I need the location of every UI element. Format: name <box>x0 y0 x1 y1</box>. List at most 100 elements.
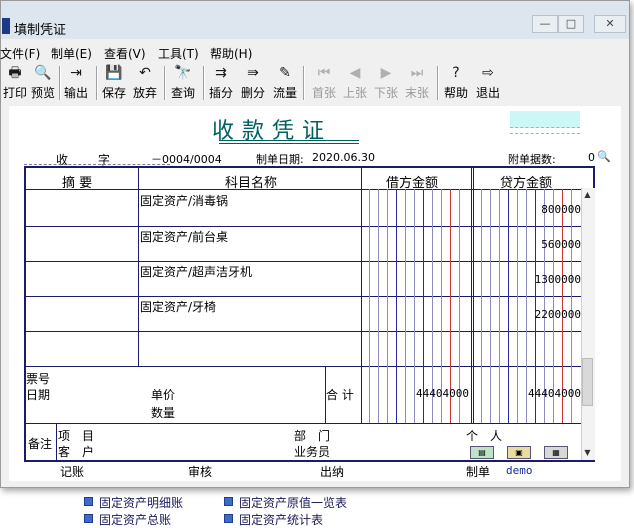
toolbar-button-0[interactable]: 🖶 打印 <box>1 63 29 103</box>
toolbar-button-3[interactable]: 💾 保存 <box>100 63 128 103</box>
menu-file[interactable]: 文件(F) <box>0 45 40 62</box>
grid-line <box>369 189 370 423</box>
toolbar-button-2[interactable]: ⇥ 输出 <box>62 63 90 103</box>
note-label: 备注 <box>28 437 53 451</box>
column-credit: 贷方金额 <box>500 176 553 191</box>
date2-label: 日期 <box>26 388 51 402</box>
account-cell[interactable]: 固定资产/消毒锅 <box>140 192 228 209</box>
grid-line <box>396 189 397 423</box>
toolbar-button-9[interactable]: ⏮ 首张 <box>310 63 338 103</box>
toolbar-label: 打印 <box>2 86 27 100</box>
voucher-date[interactable]: 2020.06.30 <box>312 151 375 164</box>
title-underline <box>219 143 359 144</box>
total-label: 合 计 <box>326 388 354 402</box>
attach-count[interactable]: 0 <box>588 151 595 164</box>
flow-icon: ✎ <box>279 65 291 81</box>
column-account: 科目名称 <box>225 176 278 191</box>
toolbar-label: 末张 <box>404 86 429 100</box>
toolbar-separator <box>437 66 439 100</box>
background-link-detail[interactable]: 固定资产明细账 <box>84 494 183 511</box>
next-record-icon: ▶ <box>380 65 392 81</box>
voucher-flag-field[interactable] <box>510 111 580 128</box>
toolbar-label: 预览 <box>30 86 55 100</box>
maker-name: demo <box>506 464 533 477</box>
vertical-scrollbar[interactable] <box>581 188 595 460</box>
last-record-icon: ⏭ <box>410 65 424 81</box>
report-icon <box>224 497 233 506</box>
scrollbar-thumb[interactable] <box>582 358 593 406</box>
toolbar-label: 上张 <box>342 86 367 100</box>
toolbar-button-6[interactable]: ⇉ 插分 <box>207 63 235 103</box>
toolbar-button-14[interactable]: ⇨ 退出 <box>474 63 502 103</box>
attachment-search-icon[interactable]: 🔍 <box>597 150 611 163</box>
toolbar-button-13[interactable]: ? 帮助 <box>442 63 470 103</box>
column-summary: 摘 要 <box>62 176 93 191</box>
report-icon <box>84 514 93 523</box>
auditor-label: 审核 <box>188 465 213 479</box>
ticket-label: 票号 <box>26 372 51 386</box>
insert-row-icon: ⇉ <box>215 65 227 81</box>
toolbar-separator <box>164 66 166 100</box>
cash-flow-icon[interactable]: ▤ <box>470 446 494 459</box>
grid-line <box>138 166 139 367</box>
account-cell[interactable]: 固定资产/牙椅 <box>140 298 216 315</box>
toolbar-label: 流量 <box>272 86 297 100</box>
credit-amount[interactable]: 560000 <box>520 238 581 251</box>
title-bar: 填制凭证 — □ ✕ <box>1 1 629 39</box>
toolbar-label: 首张 <box>311 86 336 100</box>
toolbar-button-7[interactable]: ⇛ 删分 <box>239 63 267 103</box>
report-icon <box>224 514 233 523</box>
binoculars-icon: 🔭 <box>174 65 192 81</box>
menu-help[interactable]: 帮助(H) <box>210 45 252 62</box>
credit-amount[interactable]: 800000 <box>520 203 581 216</box>
background-link-statistics[interactable]: 固定资产统计表 <box>224 511 323 528</box>
column-debit: 借方金额 <box>386 176 439 191</box>
grid-line <box>473 166 474 423</box>
credit-amount[interactable]: 2200000 <box>520 308 581 321</box>
quantity-label: 数量 <box>151 406 176 420</box>
total-credit: 44404000 <box>528 387 581 400</box>
calculator-icon[interactable]: ▦ <box>544 446 568 459</box>
menu-view[interactable]: 查看(V) <box>104 45 146 62</box>
delete-row-icon: ⇛ <box>247 65 259 81</box>
maximize-button[interactable]: □ <box>558 15 584 33</box>
toolbar-button-10[interactable]: ◀ 上张 <box>341 63 369 103</box>
toolbar-label: 退出 <box>475 86 500 100</box>
date-label: 制单日期: <box>256 153 304 166</box>
account-cell[interactable]: 固定资产/超声洁牙机 <box>140 263 252 280</box>
salesman-label: 业务员 <box>294 445 331 459</box>
toolbar-button-11[interactable]: ▶ 下张 <box>372 63 400 103</box>
toolbar-button-8[interactable]: ✎ 流量 <box>271 63 299 103</box>
minimize-button[interactable]: — <box>532 15 558 33</box>
customer-label: 客 户 <box>58 445 95 459</box>
window-title: 填制凭证 <box>14 23 67 38</box>
ledger-icon[interactable]: ▣ <box>507 446 531 459</box>
toolbar-button-4[interactable]: ↶ 放弃 <box>131 63 159 103</box>
toolbar-separator <box>203 66 205 100</box>
toolbar-label: 帮助 <box>443 86 468 100</box>
toolbar-separator <box>59 66 61 100</box>
scroll-up-icon[interactable]: ▲ <box>581 188 594 202</box>
menu-bar: 文件(F) 制单(E) 查看(V) 工具(T) 帮助(H) <box>0 43 629 62</box>
cashier-label: 出纳 <box>320 465 345 479</box>
voucher-grid <box>24 166 595 462</box>
scroll-down-icon[interactable]: ▼ <box>581 446 594 460</box>
price-label: 单价 <box>151 388 176 402</box>
account-cell[interactable]: 固定资产/前台桌 <box>140 228 228 245</box>
background-link-general-ledger[interactable]: 固定资产总账 <box>84 511 171 528</box>
toolbar-button-1[interactable]: 🔍 预览 <box>29 63 57 103</box>
grid-line <box>471 166 472 423</box>
toolbar-label: 插分 <box>208 86 233 100</box>
background-link-original-value[interactable]: 固定资产原值一览表 <box>224 494 347 511</box>
toolbar-button-5[interactable]: 🔭 查询 <box>169 63 197 103</box>
menu-tools[interactable]: 工具(T) <box>158 45 199 62</box>
first-record-icon: ⏮ <box>317 65 331 81</box>
grid-line <box>24 423 582 424</box>
toolbar-button-12[interactable]: ⏭ 末张 <box>403 63 431 103</box>
credit-amount[interactable]: 1300000 <box>520 273 581 286</box>
menu-voucher[interactable]: 制单(E) <box>51 45 92 62</box>
printer-icon: 🖶 <box>8 65 22 81</box>
project-label: 项 目 <box>58 429 95 443</box>
grid-line <box>508 189 509 423</box>
close-button[interactable]: ✕ <box>594 15 626 33</box>
